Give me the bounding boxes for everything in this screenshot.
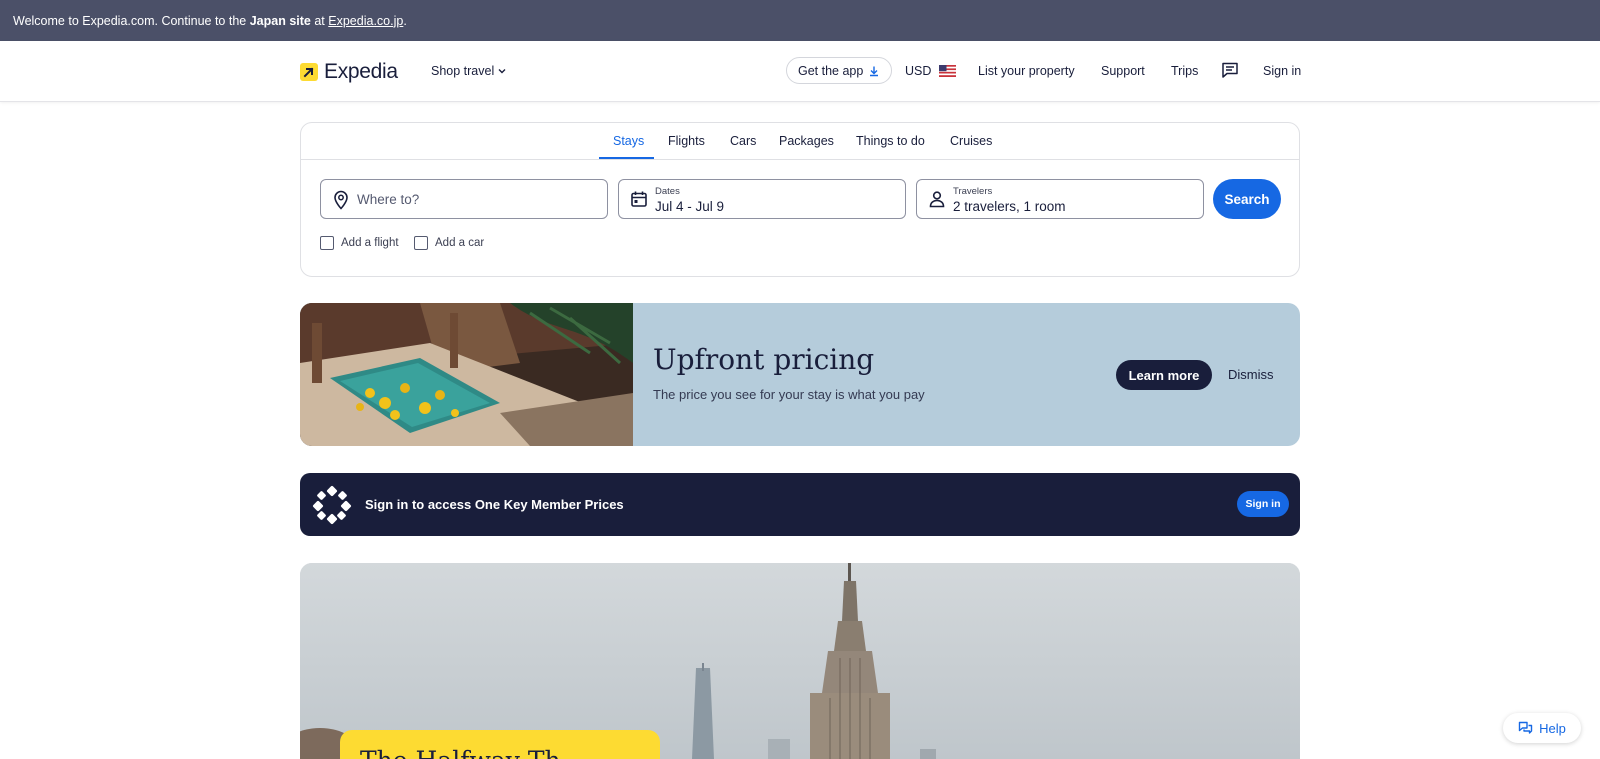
download-icon	[870, 66, 879, 76]
promo-subtitle: The price you see for your stay is what …	[653, 387, 925, 402]
add-car-option[interactable]: Add a car	[414, 236, 484, 250]
hero-card: The Halfway Th	[340, 730, 660, 759]
add-flight-option[interactable]: Add a flight	[320, 236, 399, 250]
currency-selector[interactable]: USD	[905, 64, 957, 78]
pool-courtyard-image	[300, 303, 633, 446]
list-property-link[interactable]: List your property	[978, 64, 1075, 78]
dates-field[interactable]: Dates Jul 4 - Jul 9	[618, 179, 906, 219]
add-flight-checkbox[interactable]	[320, 236, 334, 250]
promo-title: Upfront pricing	[653, 343, 875, 376]
expedia-logo[interactable]: Expedia	[300, 60, 398, 84]
us-flag-icon	[939, 65, 957, 77]
one-key-banner: Sign in to access One Key Member Prices …	[300, 473, 1300, 536]
dates-label: Dates	[655, 186, 680, 197]
upfront-pricing-promo: Upfront pricing The price you see for yo…	[300, 303, 1300, 446]
add-flight-label: Add a flight	[341, 237, 399, 249]
logo-arrow-icon	[300, 63, 318, 81]
one-key-text: Sign in to access One Key Member Prices	[365, 497, 624, 512]
japan-site-link[interactable]: Expedia.co.jp	[328, 14, 403, 28]
banner-suffix: .	[403, 13, 407, 28]
logo-text: Expedia	[324, 60, 398, 83]
search-card: Stays Flights Cars Packages Things to do…	[300, 122, 1300, 277]
chevron-down-icon	[498, 69, 506, 74]
search-tabs: Stays Flights Cars Packages Things to do…	[301, 123, 1299, 160]
banner-middle: at	[314, 13, 325, 28]
tab-cars[interactable]: Cars	[730, 134, 756, 148]
help-label: Help	[1539, 720, 1566, 736]
travelers-field[interactable]: Travelers 2 travelers, 1 room	[916, 179, 1204, 219]
calendar-icon	[631, 191, 647, 207]
get-app-button[interactable]: Get the app	[786, 57, 893, 84]
help-button[interactable]: Help	[1503, 713, 1581, 743]
banner-bold: Japan site	[249, 13, 311, 28]
add-car-label: Add a car	[435, 237, 485, 249]
help-chat-icon	[1518, 721, 1533, 734]
hero-card-title: The Halfway Th	[360, 746, 561, 759]
dates-value: Jul 4 - Jul 9	[655, 199, 725, 214]
trips-link[interactable]: Trips	[1171, 64, 1198, 78]
tab-flights[interactable]: Flights	[668, 134, 705, 148]
learn-more-button[interactable]: Learn more	[1116, 360, 1212, 390]
destination-placeholder: Where to?	[357, 192, 420, 207]
add-car-checkbox[interactable]	[414, 236, 428, 250]
one-key-sign-in-button[interactable]: Sign in	[1237, 491, 1289, 517]
destination-input[interactable]: Where to?	[320, 179, 608, 219]
active-tab-indicator	[599, 157, 654, 159]
tab-stays[interactable]: Stays	[613, 134, 644, 148]
get-app-label: Get the app	[798, 63, 864, 78]
tab-packages[interactable]: Packages	[779, 134, 834, 148]
travelers-value: 2 travelers, 1 room	[953, 199, 1066, 214]
chat-icon[interactable]	[1221, 61, 1239, 79]
person-icon	[929, 191, 945, 208]
dismiss-button[interactable]: Dismiss	[1228, 367, 1274, 382]
hero-banner[interactable]: The Halfway Th	[300, 563, 1300, 759]
one-key-icon	[312, 485, 352, 525]
sign-in-link[interactable]: Sign in	[1263, 64, 1301, 78]
location-pin-icon	[334, 190, 348, 210]
shop-travel-label: Shop travel	[431, 64, 495, 78]
travelers-label: Travelers	[953, 186, 993, 197]
tab-cruises[interactable]: Cruises	[950, 134, 992, 148]
currency-label: USD	[905, 64, 932, 78]
search-button[interactable]: Search	[1213, 179, 1281, 219]
banner-text: Welcome to Expedia.com. Continue to the	[13, 13, 247, 28]
tab-things-to-do[interactable]: Things to do	[856, 134, 925, 148]
shop-travel-menu[interactable]: Shop travel	[431, 64, 507, 78]
support-link[interactable]: Support	[1101, 64, 1145, 78]
site-banner: Welcome to Expedia.com. Continue to the …	[0, 0, 1600, 41]
header: Expedia Shop travel Get the app USD List…	[0, 41, 1600, 102]
